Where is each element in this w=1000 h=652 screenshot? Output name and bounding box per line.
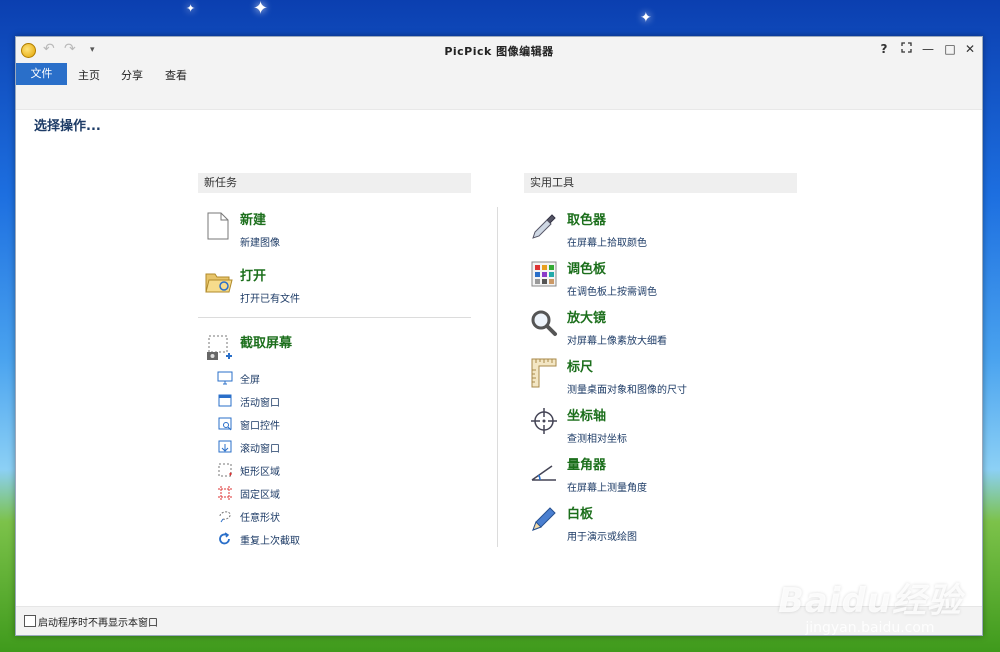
new-image-item[interactable]: 新建 新建图像 [207,209,457,251]
help-button[interactable]: ? [876,42,892,56]
column-divider [497,207,498,547]
tool-title: 白板 [567,507,594,522]
crosshair-icon [531,408,557,434]
capture-option-label: 滚动窗口 [240,444,280,455]
capture-option-label: 窗口控件 [240,421,280,432]
tool-whiteboard[interactable]: 白板 用于演示或绘图 [530,503,800,543]
freehand-icon [219,511,231,523]
tool-desc: 查测相对坐标 [567,434,627,445]
pen-icon [532,507,556,531]
tab-file[interactable]: 文件 [16,63,67,85]
capture-option-label: 任意形状 [240,513,280,524]
title-bar: ↶ ↷ ▾ PicPick 图像编辑器 ? — □ ✕ [16,37,982,63]
capture-option-label: 活动窗口 [240,398,280,409]
capture-screen-title: 截取屏幕 [240,336,293,351]
window-title: PicPick 图像编辑器 [444,45,554,58]
tool-title: 取色器 [567,213,607,228]
ribbon-area [16,85,982,110]
watermark-brand-cn: 经验 [892,581,962,621]
window-control-icon [218,417,232,431]
maximize-button[interactable]: □ [942,42,958,56]
new-file-icon [207,212,229,240]
tool-ruler[interactable]: 标尺 测量桌面对象和图像的尺寸 [530,356,800,396]
sparkle-icon: ✦ [253,0,269,19]
watermark-brand: Baidu [777,581,892,621]
monitor-icon [217,371,233,385]
minimize-button[interactable]: — [920,42,936,56]
screen-capture-icon [207,335,232,360]
new-image-title: 新建 [240,213,267,228]
tool-title: 量角器 [567,458,607,473]
rectangle-region-icon [218,463,232,477]
repeat-icon [219,532,230,545]
magnifier-icon [531,310,557,336]
ruler-icon [531,358,557,388]
fullscreen-icon[interactable] [898,42,914,56]
tool-protractor[interactable]: 量角器 在屏幕上测量角度 [530,454,800,494]
page-title: 选择操作... [34,119,101,134]
sparkle-icon: ✦ [186,2,196,15]
baidu-watermark: Baidu经验 jingyan.baidu.com [778,573,962,636]
ribbon-tabs: 文件 主页 分享 查看 [16,63,982,85]
tool-desc: 在屏幕上测量角度 [567,483,647,494]
capture-option-label: 固定区域 [240,490,280,501]
capture-option-label: 全屏 [240,375,260,386]
capture-screen-item[interactable]: 截取屏幕 [207,332,457,362]
tab-share[interactable]: 分享 [121,67,143,83]
tool-desc: 测量桌面对象和图像的尺寸 [567,385,687,396]
open-folder-icon [205,273,233,293]
section-divider [198,317,471,318]
scroll-window-icon [218,440,232,453]
dont-show-label[interactable]: 启动程序时不再显示本窗口 [38,614,158,629]
sparkle-icon: ✦ [640,10,652,26]
tab-view[interactable]: 查看 [165,67,187,83]
tab-home[interactable]: 主页 [78,67,100,83]
tool-desc: 在屏幕上拾取颜色 [567,238,647,249]
tool-title: 调色板 [567,262,607,277]
open-file-desc: 打开已有文件 [240,294,300,305]
tool-title: 放大镜 [567,311,607,326]
tool-title: 坐标轴 [567,409,607,424]
open-file-title: 打开 [240,269,267,284]
eyedropper-icon [532,214,556,239]
tool-magnifier[interactable]: 放大镜 对屏幕上像素放大细看 [530,307,800,347]
capture-option-label: 重复上次截取 [240,536,300,547]
tool-desc: 用于演示或绘图 [567,532,637,543]
tool-desc: 对屏幕上像素放大细看 [567,336,667,347]
capture-option-label: 矩形区域 [240,467,280,478]
fixed-region-icon [218,486,232,500]
tools-header: 实用工具 [524,173,797,193]
new-image-desc: 新建图像 [240,238,280,249]
open-file-item[interactable]: 打开 打开已有文件 [205,265,457,307]
tool-title: 标尺 [567,360,594,375]
dont-show-checkbox[interactable] [24,615,36,627]
app-window: ↶ ↷ ▾ PicPick 图像编辑器 ? — □ ✕ 文件 主页 分享 查看 … [15,36,983,636]
new-task-header: 新任务 [198,173,471,193]
tool-palette[interactable]: 调色板 在调色板上按需调色 [530,258,800,298]
watermark-url: jingyan.baidu.com [805,620,935,636]
tool-desc: 在调色板上按需调色 [567,287,657,298]
palette-icon [531,261,557,287]
close-button[interactable]: ✕ [962,42,978,56]
protractor-icon [531,465,556,481]
window-icon [218,394,232,407]
tool-crosshair[interactable]: 坐标轴 查测相对坐标 [530,405,800,445]
tool-color-picker[interactable]: 取色器 在屏幕上拾取颜色 [530,209,800,249]
